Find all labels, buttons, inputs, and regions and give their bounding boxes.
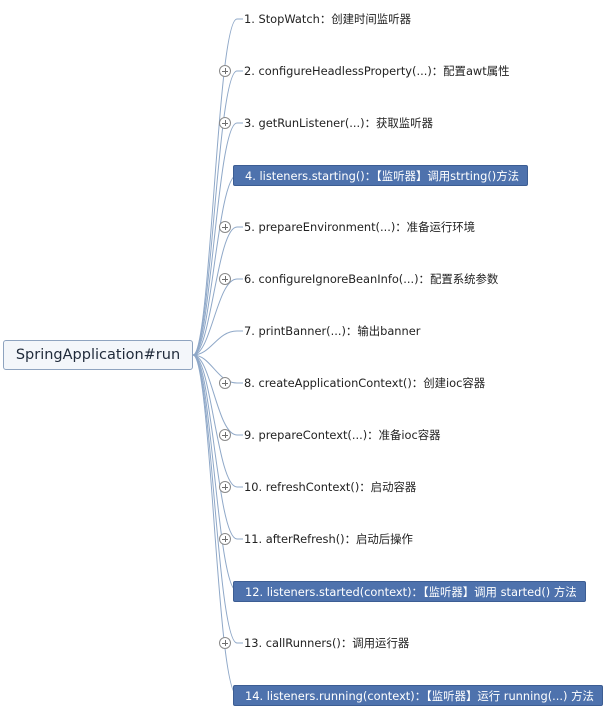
step-node-2[interactable]: 2. configureHeadlessProperty(...)：配置awt属…: [238, 60, 516, 82]
step-node-6[interactable]: 6. configureIgnoreBeanInfo(...)：配置系统参数: [238, 268, 504, 290]
branch-connector: [192, 70, 243, 356]
step-node-3[interactable]: 3. getRunListener(...)：获取监听器: [238, 112, 439, 134]
root-node[interactable]: SpringApplication#run: [3, 340, 193, 370]
step-node-7[interactable]: 7. printBanner(...)：输出banner: [238, 320, 426, 342]
expand-icon[interactable]: [219, 429, 231, 441]
expand-icon[interactable]: [219, 221, 231, 233]
step-node-4[interactable]: 4. listeners.starting()：【监听器】调用strting()…: [233, 164, 528, 186]
expand-icon[interactable]: [219, 637, 231, 649]
step-node-5[interactable]: 5. prepareEnvironment(...)：准备运行环境: [238, 216, 481, 238]
expand-icon[interactable]: [219, 117, 231, 129]
step-node-10[interactable]: 10. refreshContext()：启动容器: [238, 476, 422, 498]
step-node-9[interactable]: 9. prepareContext(...)：准备ioc容器: [238, 424, 447, 446]
step-node-14[interactable]: 14. listeners.running(context)：【监听器】运行 r…: [233, 684, 603, 706]
step-node-1[interactable]: 1. StopWatch：创建时间监听器: [238, 8, 417, 30]
step-node-13[interactable]: 13. callRunners()：调用运行器: [238, 632, 415, 654]
step-node-11[interactable]: 11. afterRefresh()：启动后操作: [238, 528, 419, 550]
branch-connector: [192, 18, 243, 356]
expand-icon[interactable]: [219, 273, 231, 285]
expand-icon[interactable]: [219, 377, 231, 389]
expand-icon[interactable]: [219, 533, 231, 545]
step-node-8[interactable]: 8. createApplicationContext()：创建ioc容器: [238, 372, 491, 394]
expand-icon[interactable]: [219, 65, 231, 77]
step-node-12[interactable]: 12. listeners.started(context)：【监听器】调用 s…: [233, 580, 586, 602]
expand-icon[interactable]: [219, 481, 231, 493]
